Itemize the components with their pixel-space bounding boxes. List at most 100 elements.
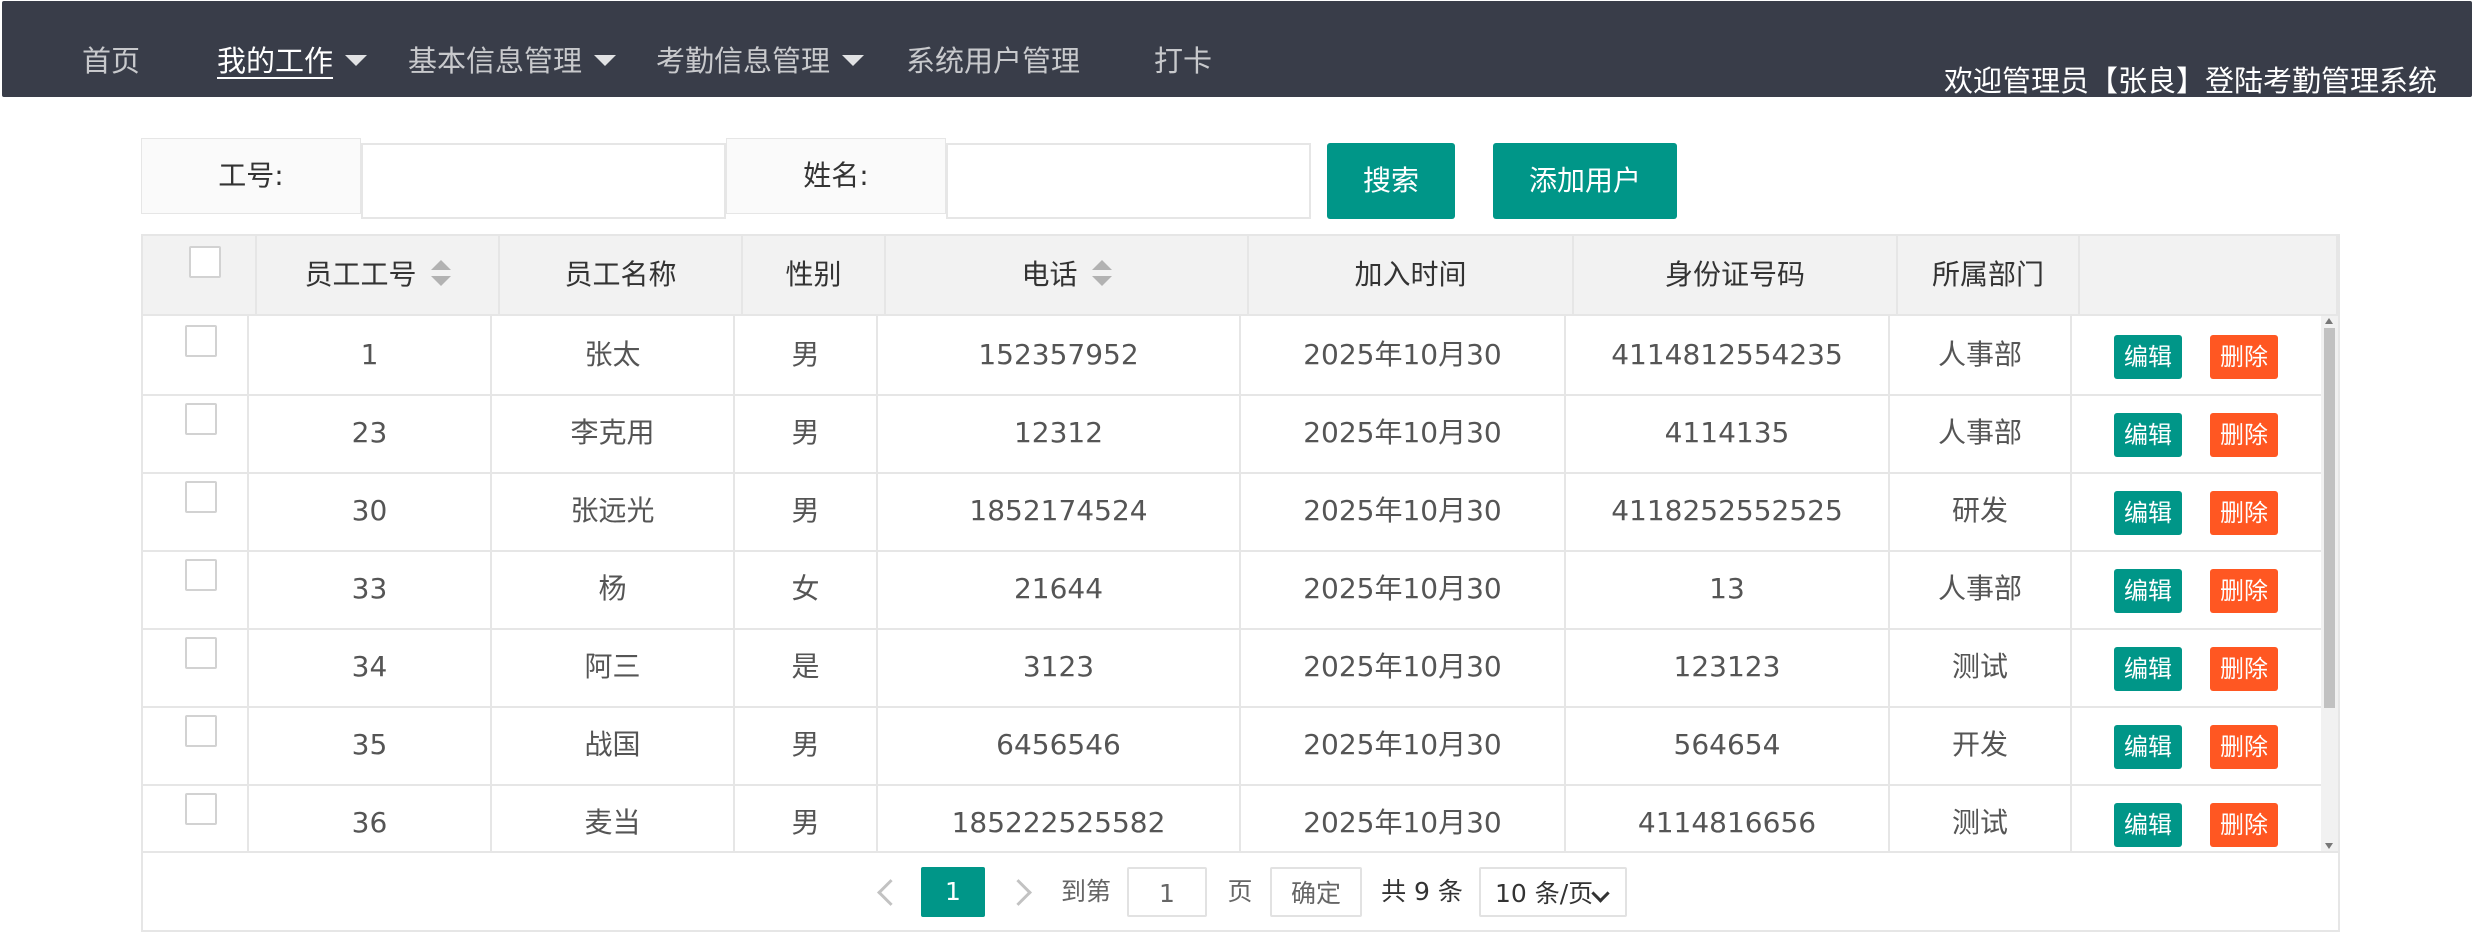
row-checkbox[interactable] bbox=[185, 481, 217, 513]
caret-down-icon bbox=[594, 54, 617, 66]
nav-item-2[interactable]: 基本信息管理 bbox=[408, 39, 617, 83]
column-header-label: 所属部门 bbox=[1931, 258, 2044, 291]
column-header-6: 所属部门 bbox=[1898, 236, 2080, 314]
table-row[interactable]: 35 战国男 6456546 2025年10月30 564654 开发 编辑 删除 bbox=[143, 706, 2321, 786]
nav-item-label: 考勤信息管理 bbox=[656, 44, 831, 78]
scroll-thumb[interactable] bbox=[2324, 328, 2335, 708]
edit-button[interactable]: 编辑 bbox=[2114, 491, 2182, 535]
table-cell: 2025年10月30 bbox=[1241, 550, 1566, 628]
table-cell: 36 bbox=[249, 784, 492, 851]
goto-confirm-button[interactable]: 确定 bbox=[1270, 867, 1362, 917]
table-cell: 战国 bbox=[492, 706, 735, 784]
column-header-label: 加入时间 bbox=[1354, 258, 1467, 291]
goto-page-input[interactable]: 1 bbox=[1127, 867, 1207, 917]
delete-button[interactable]: 删除 bbox=[2210, 413, 2278, 457]
delete-button[interactable]: 删除 bbox=[2210, 647, 2278, 691]
select-all-checkbox[interactable] bbox=[189, 246, 221, 278]
table-cell: 12312 bbox=[878, 394, 1241, 472]
nav-item-label: 基本信息管理 bbox=[408, 44, 583, 78]
row-checkbox[interactable] bbox=[185, 715, 217, 747]
table-row[interactable]: 36 麦当男 185222525582 2025年10月30 4114816656 测试编… bbox=[143, 784, 2321, 851]
table-scrollbar[interactable] bbox=[2321, 316, 2338, 851]
column-header-label: 身份证号码 bbox=[1664, 258, 1805, 291]
edit-button[interactable]: 编辑 bbox=[2114, 569, 2182, 613]
row-checkbox[interactable] bbox=[185, 793, 217, 825]
edit-button[interactable]: 编辑 bbox=[2114, 413, 2182, 457]
table-cell: 测试 bbox=[1890, 784, 2072, 851]
table-body[interactable]: 1 张太男 152357952 2025年10月30 4114812554235 人事部编… bbox=[143, 316, 2338, 851]
delete-button[interactable]: 删除 bbox=[2210, 569, 2278, 613]
edit-button[interactable]: 编辑 bbox=[2114, 647, 2182, 691]
row-checkbox[interactable] bbox=[185, 325, 217, 357]
column-header-label: 电话 bbox=[1021, 258, 1078, 291]
delete-button[interactable]: 删除 bbox=[2210, 725, 2278, 769]
table-cell: 人事部 bbox=[1890, 550, 2072, 628]
table-cell: 6456546 bbox=[878, 706, 1241, 784]
row-checkbox[interactable] bbox=[185, 559, 217, 591]
page-suffix-label: 页 bbox=[1227, 877, 1253, 906]
table-cell: 2025年10月30 bbox=[1241, 628, 1566, 706]
page-size-select[interactable]: 10 条/页 bbox=[1479, 867, 1627, 917]
table-cell: 33 bbox=[249, 550, 492, 628]
nav-item-0[interactable]: 首页 bbox=[82, 39, 140, 83]
table-cell: 2025年10月30 bbox=[1241, 784, 1566, 851]
nav-item-3[interactable]: 考勤信息管理 bbox=[656, 39, 865, 83]
edit-button[interactable]: 编辑 bbox=[2114, 335, 2182, 379]
table-row[interactable]: 33 杨女 21644 2025年10月30 13 人事部 编辑 删除 bbox=[143, 550, 2321, 630]
row-select-cell bbox=[143, 472, 249, 550]
nav-item-label: 首页 bbox=[82, 44, 141, 78]
table-cell: 杨 bbox=[492, 550, 735, 628]
table-cell: 阿三 bbox=[492, 628, 735, 706]
delete-button[interactable]: 删除 bbox=[2210, 803, 2278, 847]
row-select-cell bbox=[143, 550, 249, 628]
table-row[interactable]: 30 张远光男 1852174524 2025年10月30 4118252552525 研… bbox=[143, 472, 2321, 552]
table-cell: 男 bbox=[735, 706, 878, 784]
column-header-3[interactable]: 电话 bbox=[886, 236, 1249, 314]
table-header: 员工工号 员工名称 性别 电话 加入时间 身份证号码 所属部门 bbox=[143, 236, 2338, 316]
delete-button[interactable]: 删除 bbox=[2210, 335, 2278, 379]
caret-down-icon bbox=[842, 54, 865, 66]
column-header-0[interactable]: 员工工号 bbox=[257, 236, 500, 314]
total-count: 共 9 条 bbox=[1381, 877, 1463, 906]
row-select-cell bbox=[143, 706, 249, 784]
table-cell: 男 bbox=[735, 316, 878, 394]
nav-item-4[interactable]: 系统用户管理 bbox=[906, 39, 1080, 83]
column-header-label: 员工工号 bbox=[304, 258, 417, 291]
row-actions-cell: 编辑 删除 bbox=[2072, 316, 2321, 394]
delete-button[interactable]: 删除 bbox=[2210, 491, 2278, 535]
prev-page-icon[interactable] bbox=[877, 879, 904, 906]
nav-item-5[interactable]: 打卡 bbox=[1154, 39, 1212, 83]
scroll-down-icon[interactable] bbox=[2325, 843, 2333, 849]
next-page-icon[interactable] bbox=[1005, 879, 1032, 906]
row-actions-cell: 编辑 删除 bbox=[2072, 472, 2321, 550]
table-cell: 23 bbox=[249, 394, 492, 472]
employee-id-input[interactable] bbox=[361, 143, 726, 219]
employee-name-input[interactable] bbox=[946, 143, 1311, 219]
table-cell: 是 bbox=[735, 628, 878, 706]
search-button[interactable]: 搜索 bbox=[1327, 143, 1455, 219]
column-header-label: 性别 bbox=[785, 258, 842, 291]
sort-icon[interactable] bbox=[430, 258, 451, 288]
table-cell: 4114816656 bbox=[1566, 784, 1890, 851]
table-cell: 3123 bbox=[878, 628, 1241, 706]
row-actions-cell: 编辑 删除 bbox=[2072, 628, 2321, 706]
edit-button[interactable]: 编辑 bbox=[2114, 803, 2182, 847]
column-header-4: 加入时间 bbox=[1249, 236, 1574, 314]
table-cell: 185222525582 bbox=[878, 784, 1241, 851]
table-cell: 男 bbox=[735, 784, 878, 851]
sort-icon[interactable] bbox=[1091, 258, 1112, 288]
add-user-button[interactable]: 添加用户 bbox=[1493, 143, 1677, 219]
nav-item-label: 系统用户管理 bbox=[906, 44, 1081, 78]
nav-item-1[interactable]: 我的工作 bbox=[217, 39, 368, 83]
page-number-current[interactable]: 1 bbox=[921, 867, 985, 917]
scroll-up-icon[interactable] bbox=[2325, 318, 2333, 324]
table-row[interactable]: 1 张太男 152357952 2025年10月30 4114812554235 人事部编… bbox=[143, 316, 2321, 396]
table-cell: 李克用 bbox=[492, 394, 735, 472]
welcome-message: 欢迎管理员【张良】登陆考勤管理系统 bbox=[1943, 64, 2437, 98]
table-row[interactable]: 23 李克用男 12312 2025年10月30 4114135 人事部 编辑 删除 bbox=[143, 394, 2321, 474]
employee-name-label: 姓名: bbox=[726, 138, 946, 214]
row-checkbox[interactable] bbox=[185, 403, 217, 435]
row-checkbox[interactable] bbox=[185, 637, 217, 669]
table-row[interactable]: 34 阿三是 3123 2025年10月30 123123 测试 编辑 删除 bbox=[143, 628, 2321, 708]
edit-button[interactable]: 编辑 bbox=[2114, 725, 2182, 769]
